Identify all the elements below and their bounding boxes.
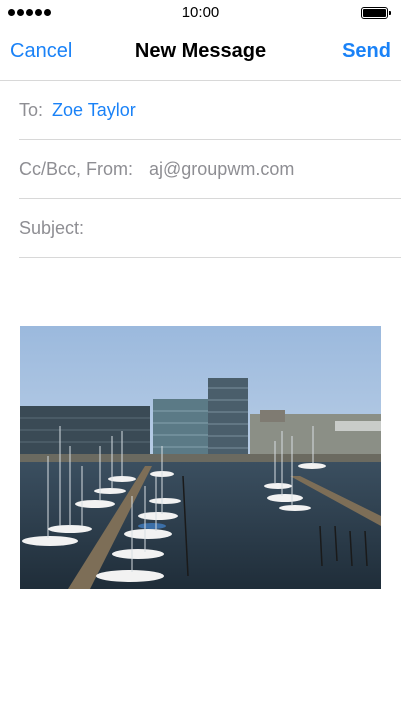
send-button[interactable]: Send bbox=[342, 40, 391, 63]
to-field[interactable]: To: Zoe Taylor bbox=[19, 81, 401, 140]
recipient-token[interactable]: Zoe Taylor bbox=[52, 100, 136, 121]
page-title: New Message bbox=[134, 40, 267, 62]
ccbcc-from-field[interactable]: Cc/Bcc, From: aj@groupwm.com bbox=[19, 140, 401, 199]
attached-photo[interactable] bbox=[20, 326, 381, 589]
photo-icon bbox=[20, 326, 381, 589]
ccbcc-from-label: Cc/Bcc, From: bbox=[19, 159, 134, 179]
subject-input[interactable] bbox=[94, 213, 391, 243]
message-body[interactable] bbox=[0, 258, 401, 712]
navigation-bar: Cancel New Message Send bbox=[0, 26, 401, 81]
subject-label: Subject: bbox=[19, 218, 85, 238]
battery-icon bbox=[361, 7, 391, 19]
subject-field[interactable]: Subject: bbox=[19, 199, 401, 258]
to-label: To: bbox=[19, 100, 44, 120]
status-time: 10:00 bbox=[181, 4, 220, 21]
status-bar: 10:00 bbox=[0, 0, 401, 26]
from-address[interactable]: aj@groupwm.com bbox=[149, 159, 294, 180]
